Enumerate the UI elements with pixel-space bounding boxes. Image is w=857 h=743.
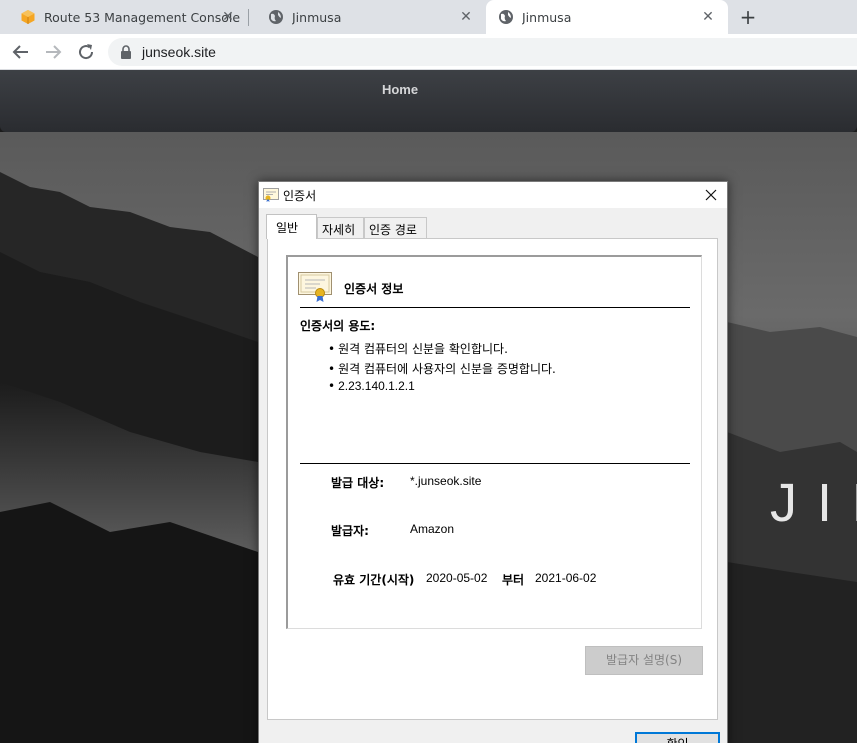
- globe-icon: [499, 10, 513, 24]
- divider: [300, 307, 690, 308]
- globe-icon: [269, 10, 283, 24]
- dialog-title: 인증서: [283, 189, 317, 203]
- tab-details[interactable]: 자세히: [317, 217, 364, 238]
- valid-from-value: 2020-05-02: [426, 571, 488, 585]
- divider: [300, 463, 690, 464]
- issued-to-label: 발급 대상:: [331, 476, 385, 490]
- issuer-statement-button[interactable]: 발급자 설명(S): [585, 646, 703, 675]
- site-navbar: Home: [0, 70, 857, 132]
- dialog-titlebar: 인증서: [259, 182, 727, 208]
- browser-toolbar: junseok.site: [0, 34, 857, 70]
- address-bar[interactable]: junseok.site: [108, 38, 857, 66]
- browser-tab-route53[interactable]: Route 53 Management Console ✕: [0, 0, 248, 34]
- validity-to-label: 부터: [502, 573, 525, 587]
- valid-to-value: 2021-06-02: [535, 571, 597, 585]
- tab-strip: Route 53 Management Console ✕ Jinmusa ✕ …: [0, 0, 857, 34]
- new-tab-icon[interactable]: +: [738, 7, 758, 27]
- tab-title: Jinmusa: [292, 9, 342, 25]
- validity-label: 유효 기간(시작): [333, 573, 415, 587]
- close-icon[interactable]: ✕: [220, 9, 236, 25]
- purpose-heading: 인증서의 용도:: [300, 319, 376, 333]
- purpose-item: • 2.23.140.1.2.1: [328, 379, 415, 393]
- issued-by-value: Amazon: [410, 522, 455, 536]
- forward-arrow-icon[interactable]: [42, 41, 64, 63]
- tab-title: Jinmusa: [522, 9, 572, 25]
- certificate-icon: [298, 272, 332, 302]
- certificate-icon: [263, 188, 279, 202]
- close-icon[interactable]: ✕: [700, 9, 716, 25]
- tab-certification-path[interactable]: 인증 경로: [364, 217, 427, 238]
- browser-tab-jinmusa-active[interactable]: Jinmusa ✕: [486, 0, 728, 34]
- hero-title: JIN: [770, 473, 857, 533]
- tab-general[interactable]: 일반: [266, 214, 317, 239]
- close-icon[interactable]: ✕: [458, 9, 474, 25]
- purpose-item: • 원격 컴퓨터의 신분을 확인합니다.: [328, 342, 508, 356]
- lock-icon[interactable]: [120, 45, 132, 59]
- reload-icon[interactable]: [75, 41, 97, 63]
- back-arrow-icon[interactable]: [10, 41, 32, 63]
- certificate-info-heading: 인증서 정보: [344, 282, 404, 296]
- ok-button[interactable]: 확인: [635, 732, 720, 743]
- certificate-info-box: 인증서 정보 인증서의 용도: • 원격 컴퓨터의 신분을 확인합니다. • 원격 …: [286, 255, 702, 629]
- browser-tab-jinmusa[interactable]: Jinmusa ✕: [248, 0, 486, 34]
- certificate-dialog: 인증서 일반 자세히 인증 경로 인증서 정보 인증서의 용도: • 원격 컴퓨터…: [258, 181, 728, 743]
- url-text[interactable]: junseok.site: [142, 44, 216, 60]
- aws-icon: [21, 10, 35, 24]
- general-tab-panel: 인증서 정보 인증서의 용도: • 원격 컴퓨터의 신분을 확인합니다. • 원격 …: [267, 238, 718, 720]
- tab-title: Route 53 Management Console: [44, 9, 241, 25]
- nav-link-home[interactable]: Home: [0, 82, 800, 97]
- issued-by-label: 발급자:: [331, 524, 369, 538]
- issued-to-value: *.junseok.site: [410, 474, 482, 488]
- purpose-item: • 원격 컴퓨터에 사용자의 신분을 증명합니다.: [328, 362, 556, 376]
- close-icon[interactable]: [699, 183, 723, 207]
